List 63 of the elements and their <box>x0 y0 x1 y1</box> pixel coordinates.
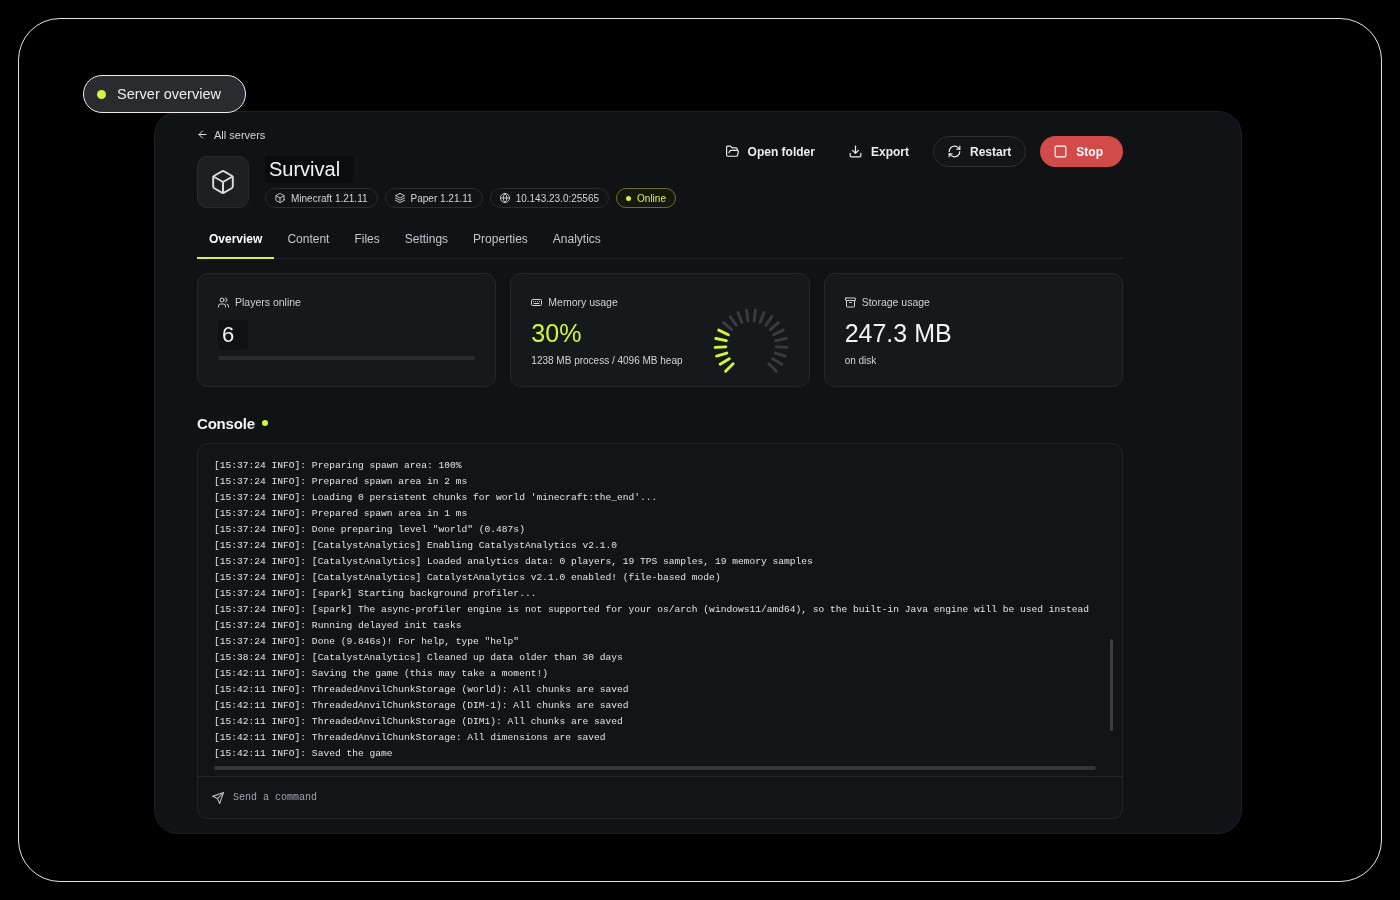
stat-label: Memory usage <box>548 296 618 308</box>
log-line: [15:37:24 INFO]: Done preparing level "world" (0.487s) <box>214 523 526 537</box>
archive-icon <box>844 296 856 308</box>
stat-note: on disk <box>844 355 878 366</box>
command-input[interactable]: Send a command <box>233 790 1108 805</box>
arrow-left-icon <box>197 129 208 140</box>
memory-icon <box>531 296 543 308</box>
tab[interactable]: Settings <box>392 222 461 259</box>
status-dot-icon <box>626 195 632 201</box>
globe-icon <box>499 193 510 203</box>
console-title: Console <box>197 414 255 432</box>
vertical-scrollbar[interactable] <box>1110 639 1113 731</box>
tab[interactable]: Properties <box>461 222 540 259</box>
status-dot-icon <box>97 89 106 99</box>
log-line: [15:37:24 INFO]: Running delayed init tasks <box>214 619 463 633</box>
layers-icon <box>394 193 405 203</box>
back-link[interactable]: All servers <box>197 128 266 141</box>
status-text: Online <box>637 192 666 204</box>
cube-icon <box>197 156 249 208</box>
stat-note: 1238 MB process / 4096 MB heap <box>531 355 684 366</box>
stat-label: Players online <box>235 296 301 308</box>
log-line: [15:37:24 INFO]: Prepared spawn area in 2 ms <box>214 475 469 489</box>
open-folder-button[interactable]: Open folder <box>715 136 825 167</box>
caption-text: Server overview <box>117 86 221 102</box>
restart-button[interactable]: Restart <box>932 136 1027 167</box>
log-line: [15:37:24 INFO]: [spark] Starting background profiler... <box>214 587 538 601</box>
users-icon <box>218 296 229 308</box>
stat-value: 247.3 MB <box>844 318 953 348</box>
log-line: [15:37:24 INFO]: [CatalystAnalytics] Enabling CatalystAnalytics v2.1.0 <box>214 539 618 553</box>
game-version-text: Minecraft 1.21.11 <box>291 192 368 204</box>
log-line: [15:42:11 INFO]: ThreadedAnvilChunkStorage (world): All chunks are saved <box>214 683 630 697</box>
log-line: [15:42:11 INFO]: ThreadedAnvilChunkStorage: All dimensions are saved <box>214 731 607 745</box>
log-line: [15:42:11 INFO]: ThreadedAnvilChunkStorage (DIM-1): All chunks are saved <box>214 699 630 713</box>
log-line: [15:37:24 INFO]: [CatalystAnalytics] CatalystAnalytics v2.1.0 enabled! (file-based mode) <box>214 571 722 585</box>
horizontal-scrollbar[interactable] <box>214 766 1096 770</box>
refresh-icon <box>947 145 961 158</box>
tab[interactable]: Analytics <box>540 222 613 259</box>
stat-value: 6 <box>218 320 249 350</box>
log-line: [15:37:24 INFO]: Preparing spawn area: 100% <box>214 459 463 473</box>
log-line: [15:42:11 INFO]: Saving the game (this may take a moment!) <box>214 667 549 681</box>
tab[interactable]: Files <box>342 222 392 259</box>
stat-value: 30% <box>531 318 583 348</box>
tab[interactable]: Content <box>275 222 342 259</box>
stat-label: Storage usage <box>861 296 930 308</box>
folder-icon <box>725 145 739 158</box>
log-line: [15:38:24 INFO]: [CatalystAnalytics] Cleaned up data older than 30 days <box>214 651 624 665</box>
log-line: [15:37:24 INFO]: Prepared spawn area in 1 ms <box>214 507 469 521</box>
log-line: [15:42:11 INFO]: Saved the game <box>214 747 394 761</box>
server-address-text: 10.143.23.0:25565 <box>515 192 600 204</box>
export-button[interactable]: Export <box>838 136 919 167</box>
log-line: [15:37:24 INFO]: [CatalystAnalytics] Loaded analytics data: 0 players, 19 TPS samples, 19 memory samples <box>214 555 814 569</box>
log-line: [15:37:24 INFO]: [spark] The async-profiler engine is not supported for your os/arch (windows11/amd64), so the built-in Java engine will be used instead <box>214 603 1091 617</box>
platform-version-text: Paper 1.21.11 <box>410 192 473 204</box>
log-line: [15:37:24 INFO]: Loading 0 persistent chunks for world 'minecraft:the_end'... <box>214 491 659 505</box>
server-name: Survival <box>265 156 355 183</box>
tab[interactable]: Overview <box>197 222 275 259</box>
square-icon <box>1054 145 1068 158</box>
stop-button[interactable]: Stop <box>1040 136 1123 167</box>
send-icon <box>212 791 224 804</box>
download-icon <box>848 145 862 158</box>
cube-icon <box>275 193 285 203</box>
log-line: [15:37:24 INFO]: Done (9.846s)! For help, type "help" <box>214 635 521 649</box>
log-line: [15:42:11 INFO]: ThreadedAnvilChunkStorage (DIM1): All chunks are saved <box>214 715 624 729</box>
